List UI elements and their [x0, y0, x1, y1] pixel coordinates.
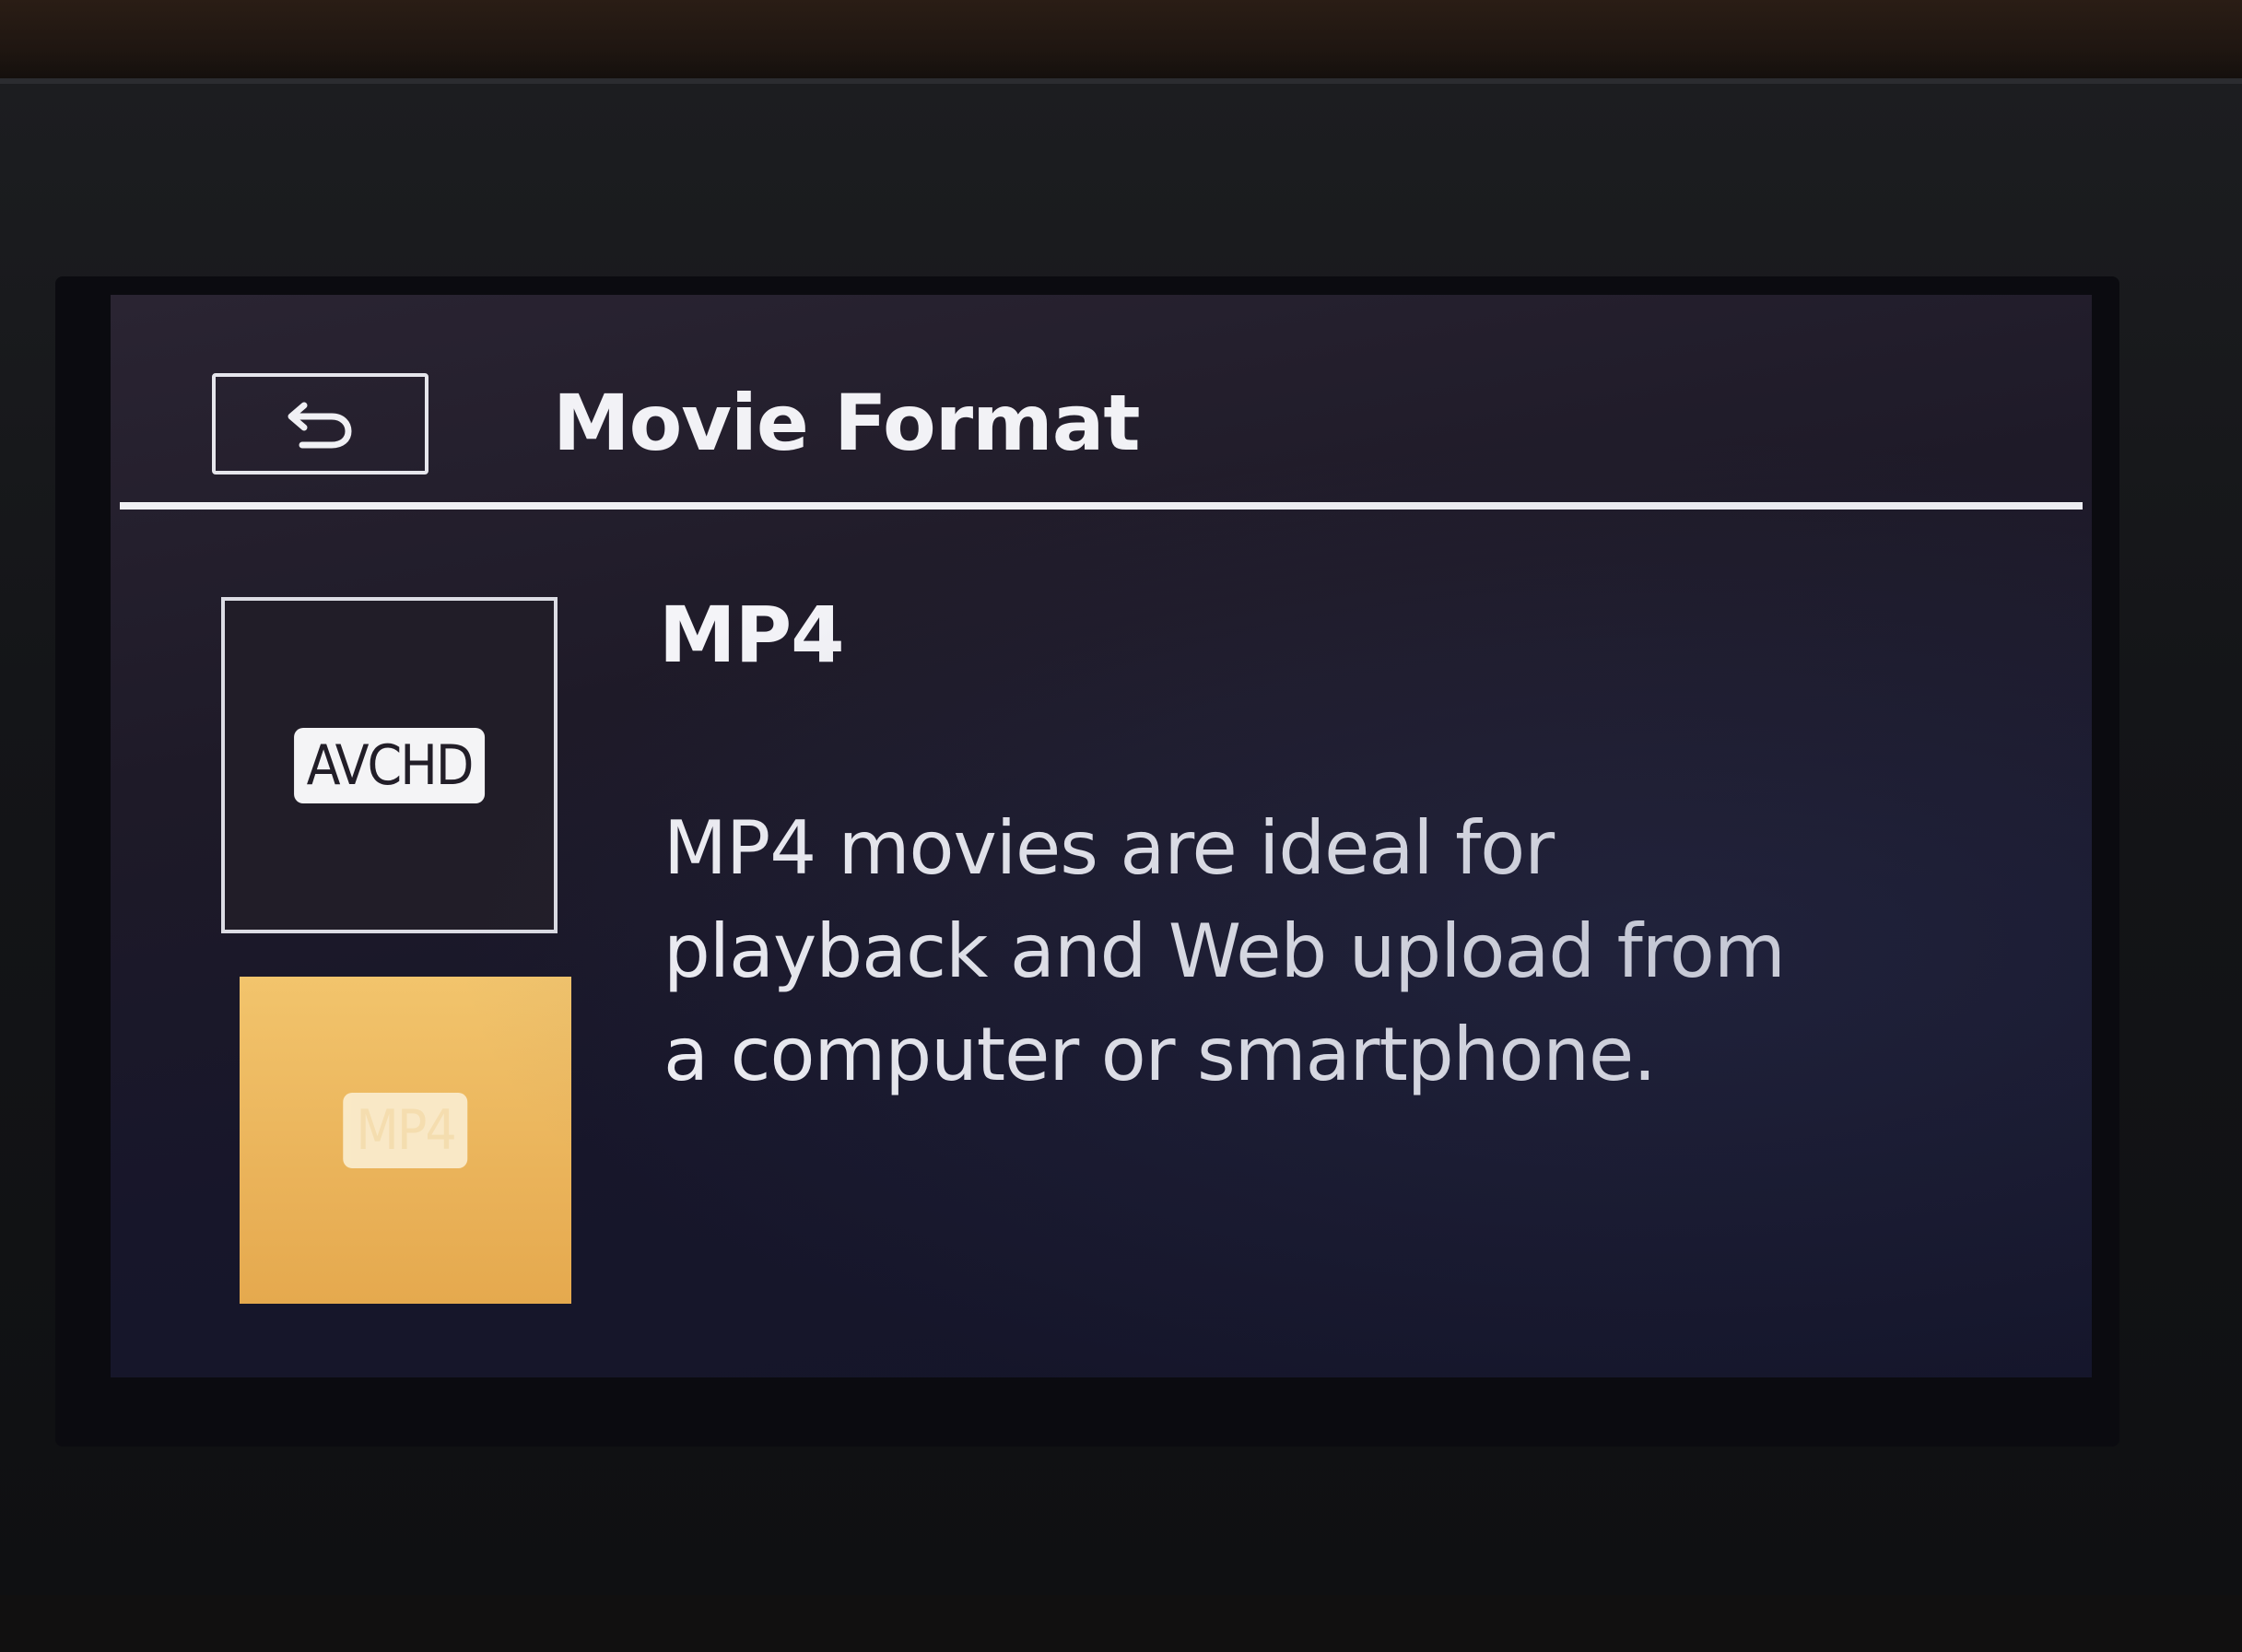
option-mp4-selected[interactable]: MP4	[240, 977, 571, 1304]
back-button[interactable]	[212, 373, 428, 475]
return-arrow-icon	[288, 402, 352, 449]
camera-lcd-screen: Movie Format AVCHD MP4 MP4 MP4 movies ar…	[111, 295, 2092, 1377]
description-line: playback and Web upload from	[663, 908, 1786, 994]
header-divider	[120, 502, 2083, 510]
selected-format-name: MP4	[659, 590, 845, 680]
format-description: MP4 movies are ideal for playback and We…	[663, 797, 1861, 1107]
description-line: a computer or smartphone.	[663, 1012, 1657, 1097]
mp4-badge: MP4	[343, 1092, 468, 1168]
description-line: MP4 movies are ideal for	[663, 805, 1555, 891]
screen-title: Movie Format	[553, 378, 1141, 468]
option-avchd[interactable]: AVCHD	[221, 597, 558, 933]
header-bar: Movie Format	[111, 295, 2092, 502]
avchd-badge: AVCHD	[293, 727, 486, 803]
